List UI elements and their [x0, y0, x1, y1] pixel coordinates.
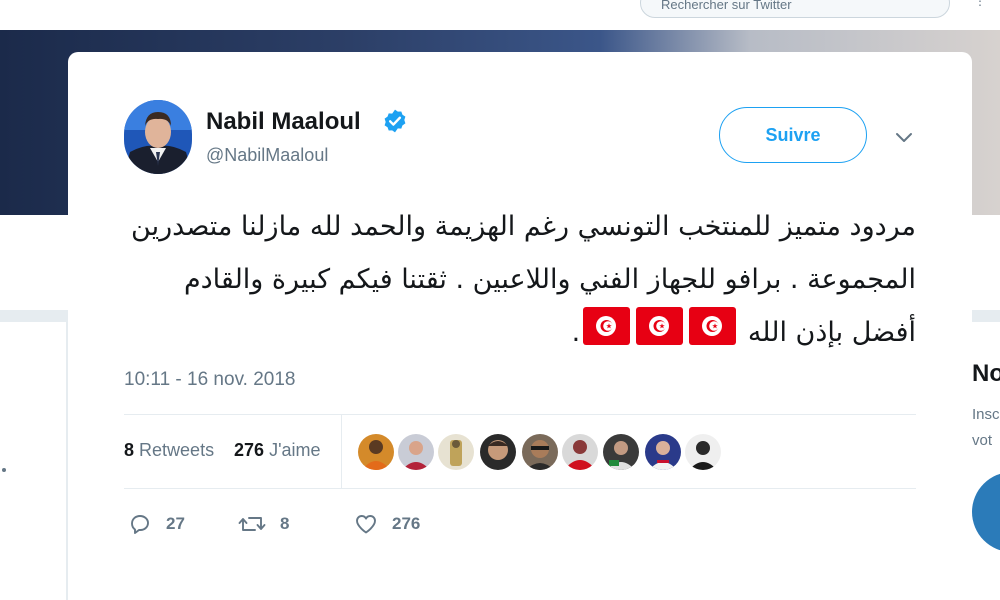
author-handle[interactable]: @NabilMaaloul [206, 145, 328, 166]
likes-count: 276 [234, 440, 265, 460]
liker-avatar[interactable] [685, 434, 721, 470]
author-name[interactable]: Nabil Maaloul [206, 108, 361, 136]
heart-icon [356, 515, 376, 534]
retweet-icon [238, 517, 266, 531]
right-card-text: vot [972, 432, 993, 449]
left-sidebar-card [0, 322, 66, 600]
liker-avatar[interactable] [645, 434, 681, 470]
separator-dot [2, 468, 6, 472]
liker-avatar[interactable] [438, 434, 474, 470]
profile-menu-icon[interactable]: ⋮ [974, 0, 994, 8]
liker-avatar[interactable] [522, 434, 558, 470]
right-card-button[interactable] [972, 472, 1000, 552]
tweet-timestamp[interactable]: 10:11 - 16 nov. 2018 [124, 369, 295, 391]
reply-icon [131, 515, 149, 534]
reply-count: 27 [166, 514, 185, 533]
retweets-label: Retweets [139, 440, 215, 460]
liker-avatar[interactable] [398, 434, 434, 470]
divider [124, 488, 916, 489]
divider [124, 414, 916, 415]
retweet-count: 8 [280, 514, 290, 533]
tunisia-flag-icon [636, 307, 684, 345]
likes-label: J'aime [269, 440, 321, 460]
retweet-button[interactable]: 8 [238, 510, 289, 538]
tweet-text-end: . [571, 317, 581, 348]
search-input[interactable]: Rechercher sur Twitter [640, 0, 950, 18]
like-button[interactable]: 276 [354, 510, 420, 538]
liker-avatar[interactable] [358, 434, 394, 470]
divider [341, 415, 342, 488]
top-navigation-bar: Rechercher sur Twitter ⋮ [0, 0, 1000, 30]
verified-badge-icon [384, 109, 406, 133]
reply-button[interactable]: 27 [128, 510, 185, 538]
like-count: 276 [392, 514, 421, 533]
retweets-count: 8 [124, 440, 135, 460]
right-card-title: No [972, 360, 1000, 387]
liker-avatar[interactable] [562, 434, 598, 470]
chevron-down-icon[interactable] [893, 126, 915, 148]
liker-avatar[interactable] [480, 434, 516, 470]
tweet-text-body: مردود متميز للمنتخب التونسي رغم الهزيمة … [131, 211, 916, 348]
author-avatar[interactable] [124, 100, 192, 174]
right-card-text: Insc [972, 406, 1000, 423]
flag-emojis [580, 307, 739, 348]
tunisia-flag-icon [583, 307, 631, 345]
likes-stat[interactable]: 276 J'aime [234, 440, 321, 461]
tunisia-flag-icon [689, 307, 737, 345]
tweet-text: مردود متميز للمنتخب التونسي رغم الهزيمة … [124, 200, 916, 359]
follow-button[interactable]: Suivre [719, 107, 867, 163]
liker-avatar[interactable] [603, 434, 639, 470]
retweets-stat[interactable]: 8 Retweets [124, 440, 214, 461]
